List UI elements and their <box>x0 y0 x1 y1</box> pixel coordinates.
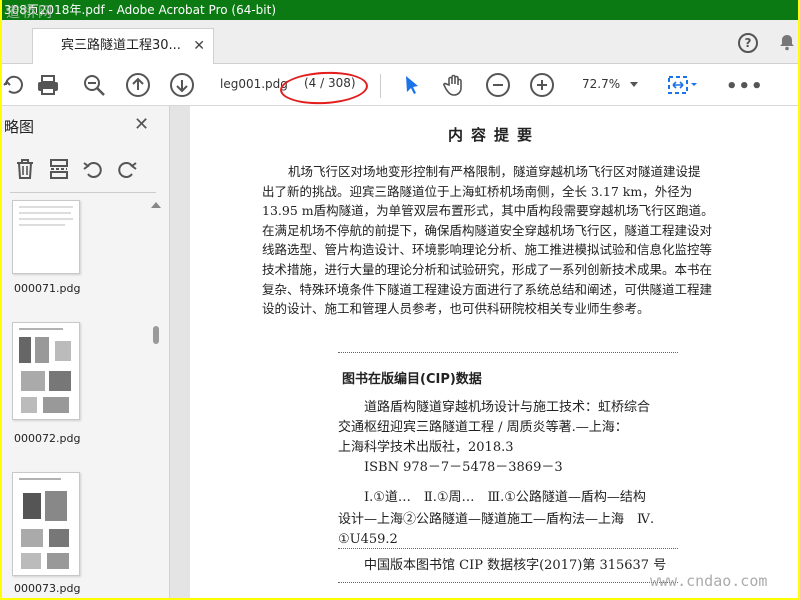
more-icon[interactable]: ••• <box>726 76 764 97</box>
thumbnail-label: 000071.pdg <box>14 282 81 295</box>
toolbar-divider <box>380 74 381 98</box>
pdf-page: 内容提要 机场飞行区对场地变形控制有严格限制，隧道穿越机场飞行区对隧道建设提 出… <box>190 106 798 598</box>
select-arrow-icon[interactable] <box>400 73 424 97</box>
classification-line: ①U459.2 <box>338 532 398 547</box>
notification-bell-icon[interactable] <box>778 33 796 51</box>
thumbnail-label: 000073.pdg <box>14 582 81 595</box>
chevron-down-icon[interactable] <box>630 82 638 87</box>
zoom-out-icon[interactable] <box>486 73 510 97</box>
tab-close-icon[interactable]: ✕ <box>193 29 205 63</box>
document-viewport[interactable]: 内容提要 机场飞行区对场地变形控制有严格限制，隧道穿越机场飞行区对隧道建设提 出… <box>170 106 798 598</box>
cip-title: 图书在版编目(CIP)数据 <box>342 372 482 387</box>
classification-line: 设计—上海②公路隧道—隧道施工—盾构法—上海 Ⅳ. <box>338 512 655 527</box>
panel-close-icon[interactable]: ✕ <box>134 114 149 135</box>
thumbnail-label: 000072.pdg <box>14 432 81 445</box>
zoom-in-icon[interactable] <box>530 73 554 97</box>
delete-icon[interactable] <box>14 158 36 180</box>
scrollbar-thumb[interactable] <box>153 326 159 344</box>
thumbnail-scrollbar[interactable] <box>148 200 164 598</box>
rotate-left-icon[interactable] <box>82 158 104 180</box>
fit-page-icon[interactable] <box>666 73 697 97</box>
dotted-rule <box>338 548 678 549</box>
tab-bar: 宾三路隧道工程30... ✕ <box>2 20 798 64</box>
red-highlight-circle <box>279 69 369 107</box>
insert-page-icon[interactable] <box>48 158 70 180</box>
panel-title: 略图 <box>4 118 35 136</box>
abstract-line: 机场飞行区对场地变形控制有严格限制，隧道穿越机场飞行区对隧道建设提 <box>288 164 701 179</box>
page-down-icon[interactable] <box>170 73 194 97</box>
page-number-input[interactable]: leg001.pdg <box>220 77 288 91</box>
page-heading: 内容提要 <box>448 126 541 144</box>
cip-line: ISBN 978－7－5478－3869－3 <box>364 460 563 475</box>
page-thumbnail[interactable] <box>12 200 80 274</box>
page-thumbnail[interactable] <box>12 472 80 576</box>
abstract-paragraph: 机场飞行区对场地变形控制有严格限制，隧道穿越机场飞行区对隧道建设提 出了新的挑战… <box>262 162 778 319</box>
document-tab[interactable]: 宾三路隧道工程30... ✕ <box>32 28 214 64</box>
acrobat-window: 308页2018年.pdf - Adobe Acrobat Pro (64-bi… <box>2 0 798 598</box>
window-title-bar: 308页2018年.pdf - Adobe Acrobat Pro (64-bi… <box>2 0 798 20</box>
print-icon[interactable] <box>36 73 60 97</box>
scroll-up-icon[interactable] <box>151 202 161 208</box>
abstract-line: 13.95 m盾构隧道，为单管双层布置形式，其中盾构段需要穿越机场飞行区跑道。 <box>262 203 714 219</box>
help-icon[interactable]: ? <box>738 33 758 53</box>
abstract-line: 技术措施，进行大量的理论分析和试验研究，形成了一系列创新技术成果。本书在 <box>262 261 713 277</box>
panel-divider <box>10 192 156 193</box>
dotted-rule <box>338 582 678 583</box>
site-watermark-top: 道桥网 <box>6 5 54 21</box>
site-watermark-bottom: www.cndao.com <box>650 572 768 590</box>
dotted-rule <box>338 352 678 353</box>
tab-label: 宾三路隧道工程30... <box>61 38 181 53</box>
rotate-icon[interactable] <box>2 73 26 97</box>
cip-line: 道路盾构隧道穿越机场设计与施工技术：虹桥综合 <box>364 400 651 415</box>
abstract-line: 在满足机场不停航的前提下，确保盾构隧道安全穿越机场飞行区，隧道工程建设对 <box>262 222 713 238</box>
rotate-right-icon[interactable] <box>116 158 138 180</box>
hand-icon[interactable] <box>442 73 466 97</box>
thumbnails-panel: 略图 ✕ 000071.pdg 000072.pdg 000073.pdg <box>2 106 170 598</box>
abstract-line: 设的设计、施工和管理人员参考，也可供科研院校相关专业师生参考。 <box>262 301 650 317</box>
cip-number: 中国版本图书馆 CIP 数据核字(2017)第 315637 号 <box>364 558 667 573</box>
cip-line: 交通枢纽迎宾三路隧道工程 / 周质炎等著.—上海： <box>338 420 628 435</box>
page-up-icon[interactable] <box>126 73 150 97</box>
main-toolbar: leg001.pdg (4 / 308) 72.7% ••• <box>2 64 798 107</box>
cip-line: 上海科学技术出版社，2018.3 <box>338 440 514 455</box>
zoom-level-select[interactable]: 72.7% <box>582 77 620 91</box>
abstract-line: 线路选型、管片构造设计、环境影响理论分析、施工推进模拟试验和信息化监控等 <box>262 242 713 258</box>
abstract-line: 复杂、特殊环境条件下隧道工程建设方面进行了系统总结和阐述，可供隧道工程建 <box>262 281 713 297</box>
zoom-out-search-icon[interactable] <box>82 73 106 97</box>
abstract-line: 出了新的挑战。迎宾三路隧道位于上海虹桥机场南侧，全长 3.17 km，外径为 <box>262 183 693 199</box>
classification-line: Ⅰ.①道… Ⅱ.①周… Ⅲ.①公路隧道—盾构—结构 <box>364 490 646 505</box>
page-thumbnail[interactable] <box>12 322 80 420</box>
